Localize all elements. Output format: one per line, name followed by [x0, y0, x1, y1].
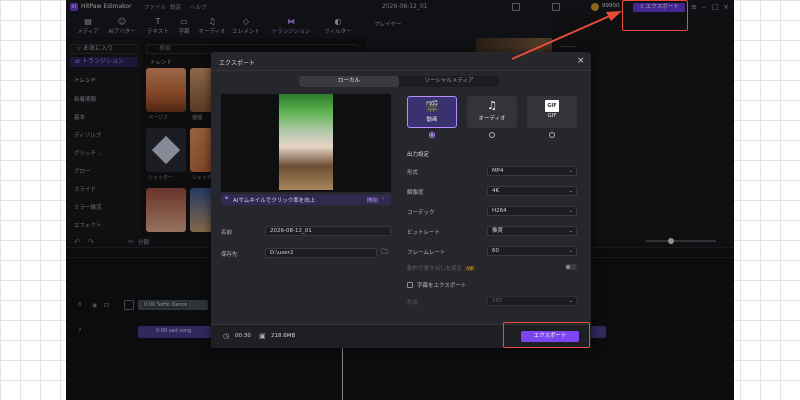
setting-resolution-value: 4K	[492, 188, 500, 194]
save-location-label: 保存先	[221, 252, 238, 258]
sparkle-icon: ✦	[224, 195, 230, 202]
subtitle-format-select[interactable]: SRT ⌄	[487, 296, 577, 306]
divider	[211, 70, 591, 71]
ai-thumbnail-banner[interactable]: ✦ AIサムネイルでクリック率を向上 開始 ›	[221, 194, 391, 205]
ai-banner-text: AIサムネイルでクリック率を向上	[233, 198, 316, 204]
setting-codec-select[interactable]: H264 ⌄	[487, 206, 577, 216]
setting-codec-value: H264	[492, 208, 507, 214]
video-icon: 🎬	[425, 100, 439, 113]
chevron-down-icon: ⌄	[568, 228, 573, 234]
setting-format-select[interactable]: MP4 ⌄	[487, 166, 577, 176]
chevron-down-icon: ⌄	[568, 188, 573, 194]
setting-framerate-select[interactable]: 60 ⌄	[487, 246, 577, 256]
gif-icon: GIF	[545, 100, 559, 112]
setting-bitrate-select[interactable]: 推奨 ⌄	[487, 226, 577, 236]
format-audio[interactable]: ♫ オーディオ	[467, 96, 517, 128]
setting-format-value: MP4	[492, 168, 504, 174]
format-gif[interactable]: GIF GIF	[527, 96, 577, 128]
chevron-right-icon: ›	[382, 196, 385, 202]
save-location-input[interactable]: D:\user2	[265, 248, 377, 258]
subtitle-export-label: 字幕をエクスポート	[417, 283, 467, 289]
accel-setting: 動的で書き出しを促生 VIP	[407, 264, 476, 272]
radio-audio[interactable]	[489, 132, 495, 138]
export-tabs: ローカル ソーシャルメディア	[299, 76, 499, 87]
vip-badge: VIP	[465, 266, 476, 271]
setting-codec-label: コーデック	[407, 210, 435, 216]
setting-bitrate-value: 推奨	[492, 228, 504, 234]
format-gif-label: GIF	[547, 113, 557, 119]
filesize-value: 218.6MB	[271, 333, 296, 339]
format-video[interactable]: 🎬 動画	[407, 96, 457, 128]
toggle-knob	[566, 265, 570, 269]
preview-frame	[279, 94, 333, 190]
chevron-down-icon: ⌄	[568, 248, 573, 254]
setting-bitrate-label: ビットレート	[407, 230, 441, 236]
format-audio-label: オーディオ	[478, 116, 506, 122]
output-settings-title: 出力設定	[407, 152, 430, 158]
tab-local[interactable]: ローカル	[299, 76, 399, 87]
chevron-down-icon: ⌄	[568, 208, 573, 214]
setting-resolution-select[interactable]: 4K ⌄	[487, 186, 577, 196]
accel-label: 動的で書き出しを促生	[407, 266, 463, 272]
name-input[interactable]: 2026-08-12_01	[265, 226, 391, 236]
accel-toggle[interactable]	[565, 264, 577, 270]
clock-icon: ◷	[223, 332, 230, 340]
name-label: 名前	[221, 230, 233, 236]
music-note-icon: ♫	[487, 99, 497, 112]
tab-social-media[interactable]: ソーシャルメディア	[399, 76, 499, 87]
duration-value: 00:30	[235, 333, 251, 339]
chevron-down-icon: ⌄	[568, 168, 573, 174]
format-video-label: 動画	[426, 117, 438, 123]
file-icon: ▣	[259, 332, 266, 340]
annotation-highlight-top	[622, 0, 688, 31]
setting-format-label: 形式	[407, 170, 419, 176]
dialog-title: エクスポート	[219, 60, 255, 67]
annotation-highlight-bottom	[503, 322, 590, 348]
export-dialog: エクスポート × ローカル ソーシャルメディア ✦ AIサムネイルでクリック率を…	[211, 52, 591, 348]
chevron-down-icon: ⌄	[568, 298, 573, 304]
ai-start-link[interactable]: 開始	[367, 196, 378, 204]
radio-video[interactable]	[429, 132, 435, 138]
radio-gif[interactable]	[549, 132, 555, 138]
subtitle-format-value: SRT	[492, 298, 503, 304]
subtitle-export-checkbox[interactable]	[407, 282, 413, 288]
setting-resolution-label: 解像度	[407, 190, 424, 196]
subtitle-format-label: 形式	[407, 300, 419, 306]
export-preview	[221, 94, 391, 192]
setting-framerate-label: フレームレート	[407, 250, 446, 256]
setting-framerate-value: 60	[492, 248, 499, 254]
close-icon[interactable]: ×	[577, 56, 585, 66]
folder-icon[interactable]: 🗀	[381, 248, 388, 259]
